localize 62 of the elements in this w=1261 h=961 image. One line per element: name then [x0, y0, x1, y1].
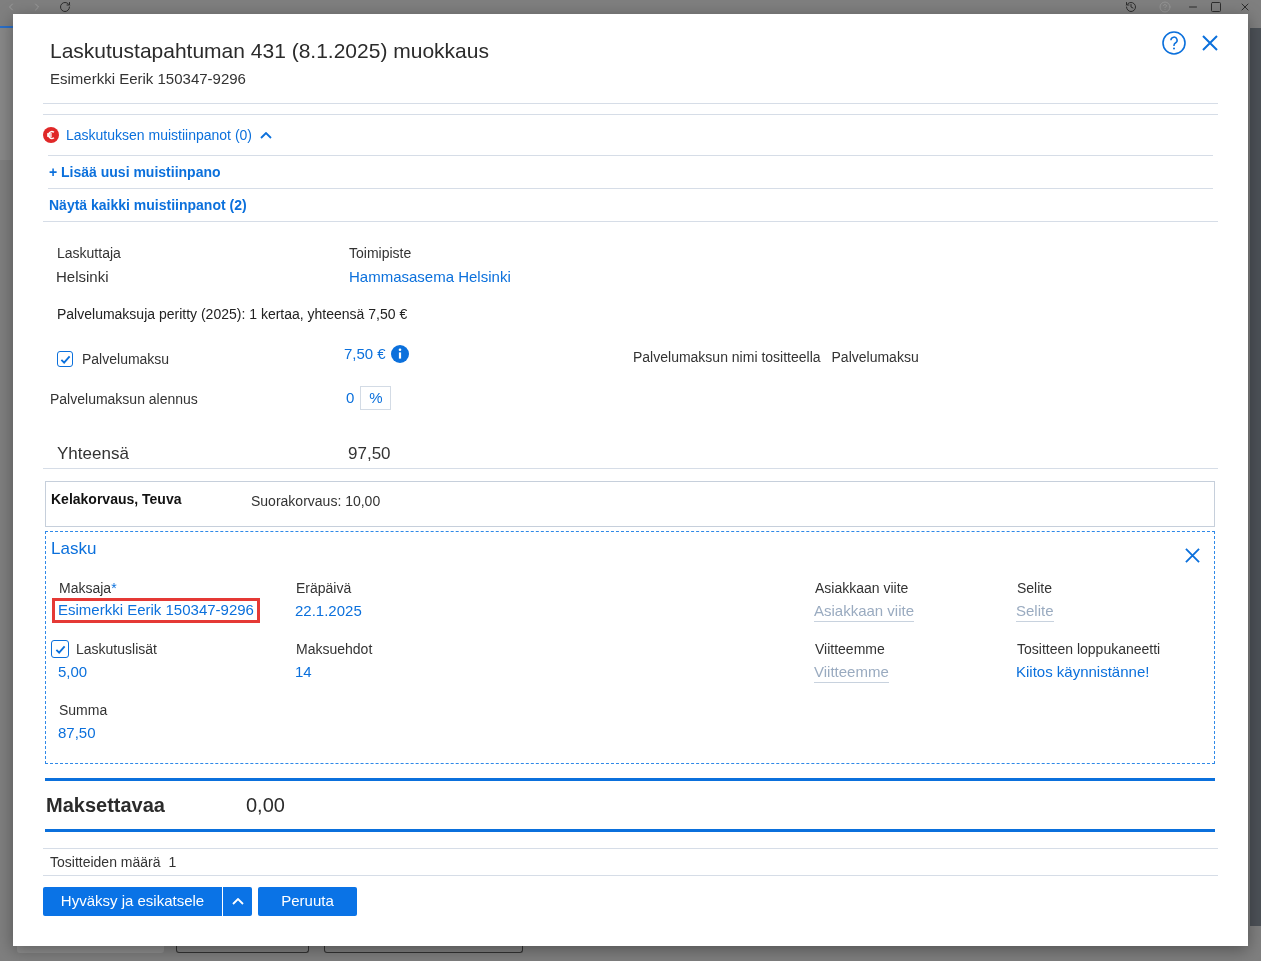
refresh-icon[interactable]: [59, 1, 71, 13]
dialog-title: Laskutustapahtuman 431 (8.1.2025) muokkaus: [50, 38, 489, 64]
discount-value[interactable]: 0: [346, 386, 355, 410]
field-label: Viitteemme: [815, 640, 885, 659]
input-field[interactable]: Viitteemme: [814, 660, 889, 683]
discount-label: Palvelumaksun alennus: [50, 389, 199, 409]
reimbursement-title: Kelakorvaus, Teuva: [51, 490, 183, 509]
field-value[interactable]: Kiitos käynnistänne!: [1016, 661, 1150, 682]
field-value[interactable]: 14: [295, 661, 312, 682]
close-icon[interactable]: [1185, 548, 1200, 563]
amount-due-label: Maksettavaa: [46, 793, 166, 818]
dropdown-button[interactable]: [223, 887, 252, 916]
approve-button[interactable]: Hyväksy ja esikatsele: [43, 887, 222, 916]
field-label: Tositteen loppukaneetti: [1017, 640, 1161, 659]
input-field[interactable]: Selite: [1016, 599, 1054, 622]
check-icon: [54, 643, 66, 655]
field-value: Helsinki: [56, 267, 109, 287]
field-value[interactable]: 5,00: [58, 661, 88, 682]
check-icon: [59, 353, 71, 365]
maximize-icon[interactable]: [1210, 1, 1222, 13]
field-label: Maksuehdot: [296, 640, 373, 659]
checkbox[interactable]: [51, 640, 69, 658]
help-icon[interactable]: [1162, 31, 1186, 55]
close-icon[interactable]: [1239, 1, 1251, 13]
field-value[interactable]: 22.1.2025: [295, 600, 362, 621]
unit-button[interactable]: %: [360, 386, 392, 410]
fee-name-value: Palvelumaksu: [831, 347, 919, 367]
fee-label: Palvelumaksu: [82, 349, 170, 369]
field-label: Eräpäivä: [296, 579, 352, 598]
checkbox[interactable]: [57, 351, 73, 367]
euro-icon: [43, 127, 59, 143]
field-label: Toimipiste: [349, 244, 412, 263]
close-icon[interactable]: [1202, 35, 1218, 51]
field-value[interactable]: Esimerkki Eerik 150347-9296: [52, 598, 260, 623]
field-label: Selite: [1017, 579, 1053, 598]
field-label: Laskutuslisät: [76, 640, 157, 659]
field-label: Laskuttaja: [57, 244, 121, 263]
voucher-count-label: Tositteiden määrä: [50, 852, 161, 872]
scrollbar[interactable]: [1250, 28, 1261, 926]
fee-name-label: Palvelumaksun nimi tositteella: [633, 347, 821, 367]
fee-amount[interactable]: 7,50 €: [344, 342, 386, 366]
field-label: Summa: [59, 701, 108, 720]
add-note-link[interactable]: + Lisää uusi muistiinpano: [49, 161, 221, 183]
invoice-title: Lasku: [51, 538, 97, 560]
info-icon[interactable]: [390, 345, 409, 363]
field-label: Maksaja*: [59, 579, 117, 598]
office-link[interactable]: Hammasasema Helsinki: [349, 265, 511, 288]
show-all-notes-link[interactable]: Näytä kaikki muistiinpanot (2): [49, 194, 247, 216]
fee-summary: Palvelumaksuja peritty (2025): 1 kertaa, yhteensä 7,50 €: [57, 305, 408, 324]
total-value: 97,50: [348, 443, 391, 466]
history-icon[interactable]: [1125, 1, 1137, 13]
input-field[interactable]: Asiakkaan viite: [814, 599, 915, 622]
voucher-count-value: 1: [168, 852, 177, 872]
reimbursement-detail: Suorakorvaus: 10,00: [251, 492, 381, 511]
field-value[interactable]: 87,50: [58, 722, 96, 743]
amount-due-value: 0,00: [246, 793, 285, 818]
notes-toggle[interactable]: Laskutuksen muistiinpanot (0): [66, 124, 272, 146]
field-label: Asiakkaan viite: [815, 579, 909, 598]
dialog-subtitle: Esimerkki Eerik 150347-9296: [50, 69, 246, 89]
chevron-up-icon: [231, 898, 244, 905]
total-label: Yhteensä: [57, 443, 130, 466]
cancel-button[interactable]: Peruuta: [258, 887, 357, 916]
